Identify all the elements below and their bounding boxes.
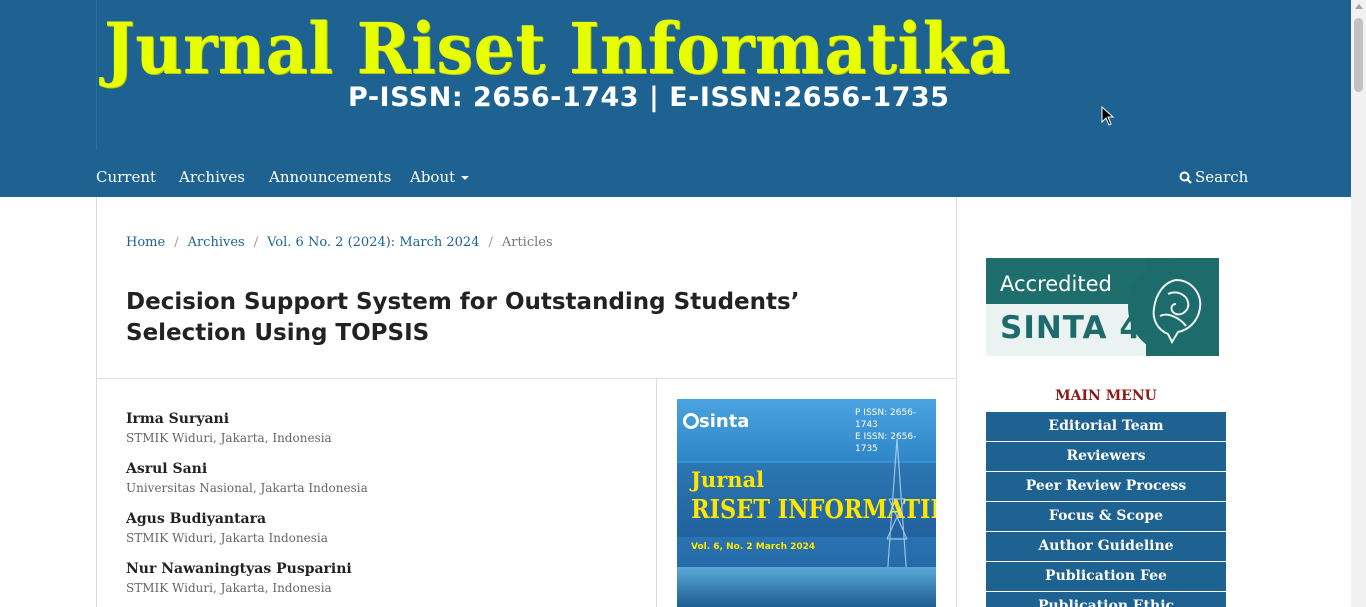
main-content: Home / Archives / Vol. 6 No. 2 (2024): March… <box>96 197 957 607</box>
menu-item-author-guideline[interactable]: Author Guideline <box>986 532 1226 561</box>
author-affiliation: STMIK Widuri, Jakarta, Indonesia <box>126 431 332 445</box>
author-affiliation: STMIK Widuri, Jakarta, Indonesia <box>126 581 332 595</box>
breadcrumb: Home / Archives / Vol. 6 No. 2 (2024): March… <box>126 235 553 250</box>
logo-title: Jurnal Riset Informatika <box>104 7 1011 90</box>
author-item: Nur Nawaningtyas Pusparini STMIK Widuri,… <box>126 560 368 607</box>
menu-item-focus-scope[interactable]: Focus & Scope <box>986 502 1226 531</box>
author-item: Agus Budiyantara STMIK Widuri, Jakarta I… <box>126 510 368 560</box>
search-link[interactable]: Search <box>1179 168 1248 186</box>
author-name: Agus Budiyantara <box>126 511 267 527</box>
author-item: Asrul Sani Universitas Nasional, Jakarta… <box>126 460 368 510</box>
author-affiliation: Universitas Nasional, Jakarta Indonesia <box>126 481 368 495</box>
breadcrumb-separator: / <box>488 235 493 250</box>
menu-item-publication-fee[interactable]: Publication Fee <box>986 562 1226 591</box>
cover-volume: Vol. 6, No. 2 March 2024 <box>691 542 816 552</box>
nav-about-label: About <box>410 168 456 186</box>
cover-jurnal: Jurnal <box>691 467 765 492</box>
search-icon <box>1179 171 1192 184</box>
caret-down-icon <box>461 176 470 180</box>
badge-sinta: SINTA 4 <box>1000 310 1142 346</box>
breadcrumb-separator: / <box>253 235 259 250</box>
nav-about[interactable]: About <box>410 168 470 186</box>
main-menu-title: MAIN MENU <box>1055 388 1157 404</box>
cover-issn-p: P ISSN: 2656-1743 <box>855 408 917 430</box>
mouse-cursor-icon <box>1101 106 1115 126</box>
menu-item-reviewers[interactable]: Reviewers <box>986 442 1226 471</box>
sinta-accreditation-badge[interactable]: Accredited SINTA 4 <box>986 258 1219 356</box>
author-affiliation: STMIK Widuri, Jakarta Indonesia <box>126 531 328 545</box>
scrollbar-thumb[interactable] <box>1354 18 1363 92</box>
author-name: Irma Suryani <box>126 411 230 427</box>
primary-nav: Current Archives Announcements About Sea… <box>0 160 1351 197</box>
column-divider <box>656 378 657 607</box>
site-logo[interactable]: Jurnal Riset Informatika P-ISSN: 2656-17… <box>96 0 1010 150</box>
search-label: Search <box>1195 168 1249 186</box>
author-name: Asrul Sani <box>126 461 208 477</box>
badge-accredited: Accredited <box>1000 272 1112 296</box>
breadcrumb-issue[interactable]: Vol. 6 No. 2 (2024): March 2024 <box>267 235 479 250</box>
cover-sinta: sinta <box>699 411 750 432</box>
breadcrumb-separator: / <box>174 235 179 250</box>
issue-cover-image[interactable]: sinta P ISSN: 2656-1743 E ISSN: 2656-173… <box>677 399 936 607</box>
breadcrumb-current: Articles <box>501 235 553 250</box>
divider <box>97 378 956 379</box>
author-item: Irma Suryani STMIK Widuri, Jakarta, Indo… <box>126 410 368 460</box>
breadcrumb-archives[interactable]: Archives <box>188 235 245 250</box>
sinta-logo-icon <box>683 413 699 429</box>
nav-archives[interactable]: Archives <box>179 168 245 186</box>
nav-announcements[interactable]: Announcements <box>269 168 391 186</box>
main-menu: Editorial Team Reviewers Peer Review Pro… <box>986 412 1226 607</box>
menu-item-editorial-team[interactable]: Editorial Team <box>986 412 1226 441</box>
menu-item-peer-review-process[interactable]: Peer Review Process <box>986 472 1226 501</box>
article-title: Decision Support System for Outstanding … <box>126 289 800 346</box>
author-list: Irma Suryani STMIK Widuri, Jakarta, Indo… <box>126 410 368 607</box>
menu-item-publication-ethic[interactable]: Publication Ethic <box>986 592 1226 607</box>
author-name: Nur Nawaningtyas Pusparini <box>126 561 352 577</box>
breadcrumb-home[interactable]: Home <box>126 235 165 250</box>
cover-city-band <box>677 567 936 607</box>
page-scrollbar[interactable] <box>1351 0 1366 607</box>
nav-current[interactable]: Current <box>96 168 156 186</box>
garuda-emblem-icon <box>1152 278 1202 345</box>
site-header: Jurnal Riset Informatika P-ISSN: 2656-17… <box>0 0 1351 197</box>
scroll-up-arrow-icon[interactable] <box>1355 4 1363 9</box>
logo-issn: P-ISSN: 2656-1743 | E-ISSN:2656-1735 <box>348 82 950 113</box>
